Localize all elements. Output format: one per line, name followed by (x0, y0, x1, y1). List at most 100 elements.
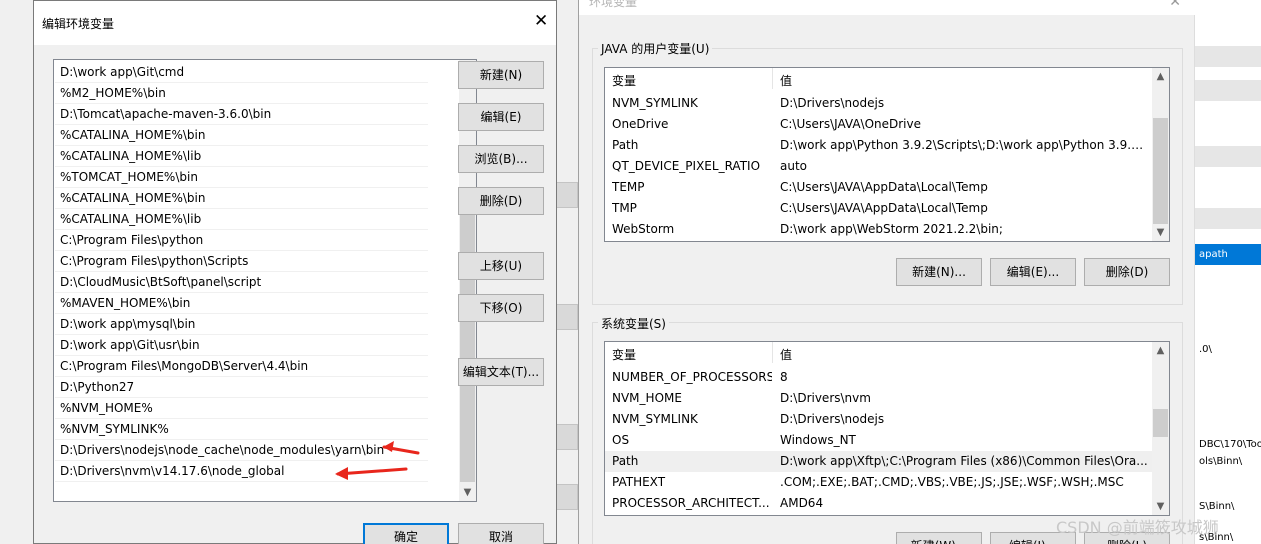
column-divider (772, 68, 773, 89)
list-item[interactable]: D:\Python27 (55, 377, 428, 398)
list-item[interactable]: %MAVEN_HOME%\bin (55, 293, 428, 314)
list-item[interactable]: %NVM_HOME% (55, 398, 428, 419)
variable-name: PATHEXT (612, 475, 666, 489)
table-row[interactable]: NUMBER_OF_PROCESSORS 8 (605, 367, 1153, 388)
list-item[interactable]: D:\Tomcat\apache-maven-3.6.0\bin (55, 104, 428, 125)
scrollbar-thumb[interactable] (1153, 118, 1168, 224)
list-item[interactable]: D:\work app\mysql\bin (55, 314, 428, 335)
user-new-button[interactable]: 新建(N)... (896, 258, 982, 286)
variable-value: auto (780, 159, 808, 173)
column-header-variable[interactable]: 变量 (612, 72, 636, 89)
move-down-button[interactable]: 下移(O) (458, 294, 544, 322)
system-new-button[interactable]: 新建(W)... (896, 532, 982, 544)
delete-button[interactable]: 删除(D) (458, 187, 544, 215)
watermark: CSDN @前端筱攻城狮 (1056, 518, 1219, 537)
column-header-variable[interactable]: 变量 (612, 346, 636, 363)
variable-name: QT_DEVICE_PIXEL_RATIO (612, 159, 761, 173)
list-item[interactable]: D:\CloudMusic\BtSoft\panel\script (55, 272, 428, 293)
list-item[interactable]: %CATALINA_HOME%\bin (55, 125, 428, 146)
table-header: 变量 值 (605, 342, 1169, 364)
variable-value: C:\Users\JAVA\OneDrive (780, 117, 921, 131)
table-row[interactable]: OneDrive C:\Users\JAVA\OneDrive (605, 114, 1153, 135)
scrollbar-thumb[interactable] (460, 194, 475, 482)
list-item[interactable]: D:\Drivers\nodejs\node_cache\node_module… (55, 440, 428, 461)
column-header-value[interactable]: 值 (780, 72, 792, 89)
table-row[interactable]: TMP C:\Users\JAVA\AppData\Local\Temp (605, 198, 1153, 219)
scroll-down-icon[interactable]: ▼ (1152, 498, 1169, 515)
list-item[interactable]: %TOMCAT_HOME%\bin (55, 167, 428, 188)
scroll-down-icon[interactable]: ▼ (459, 484, 476, 501)
list-item[interactable]: %CATALINA_HOME%\lib (55, 146, 428, 167)
list-item[interactable]: D:\work app\Git\usr\bin (55, 335, 428, 356)
table-row[interactable]: NVM_SYMLINK D:\Drivers\nodejs (605, 409, 1153, 430)
edit-text-button[interactable]: 编辑文本(T)... (458, 358, 544, 386)
background-window: apath .0\ DBC\170\Too. ols\Binn\ S\Binn\… (1194, 0, 1261, 544)
user-delete-button[interactable]: 删除(D) (1084, 258, 1170, 286)
variable-name: TEMP (612, 180, 645, 194)
variable-value: 8 (780, 370, 788, 384)
table-row[interactable]: OS Windows_NT (605, 430, 1153, 451)
variable-value: C:\Users\JAVA\AppData\Local\Temp (780, 180, 988, 194)
browse-button[interactable]: 浏览(B)... (458, 145, 544, 173)
list-item[interactable]: %CATALINA_HOME%\lib (55, 209, 428, 230)
list-item[interactable]: %NVM_SYMLINK% (55, 419, 428, 440)
background-block (556, 484, 578, 510)
table-row[interactable]: NVM_SYMLINK D:\Drivers\nodejs (605, 93, 1153, 114)
variable-value: C:\Users\JAVA\AppData\Local\Temp (780, 201, 988, 215)
variable-value: AMD64 (780, 496, 824, 510)
scroll-up-icon[interactable]: ▲ (1152, 342, 1169, 359)
vertical-scrollbar[interactable]: ▲ ▼ (1152, 342, 1169, 515)
variable-value: Windows_NT (780, 433, 856, 447)
background-block (556, 304, 578, 330)
cancel-button[interactable]: 取消 (458, 523, 544, 544)
background-row: .0\ (1199, 344, 1212, 355)
background-row-selected: apath (1195, 244, 1261, 265)
close-icon[interactable]: ✕ (1169, 0, 1181, 10)
ok-button[interactable]: 确定 (363, 523, 449, 544)
table-row[interactable]: Path D:\work app\Python 3.9.2\Scripts\;D:… (605, 135, 1153, 156)
variable-value: D:\work app\WebStorm 2021.2.2\bin; (780, 222, 1003, 236)
vertical-scrollbar[interactable]: ▲ ▼ (1152, 68, 1169, 241)
variable-name: Path (612, 454, 639, 468)
dialog-title: 环境变量 (589, 0, 638, 9)
table-header: 变量 值 (605, 68, 1169, 90)
user-edit-button[interactable]: 编辑(E)... (990, 258, 1076, 286)
user-variables-table[interactable]: 变量 值 NVM_SYMLINK D:\Drivers\nodejs OneDri… (604, 67, 1170, 242)
background-window-edge (556, 0, 578, 544)
background-row (1195, 208, 1261, 229)
system-variables-table[interactable]: 变量 值 NUMBER_OF_PROCESSORS 8 NVM_HOME D:\Dr… (604, 341, 1170, 516)
table-row[interactable]: PATHEXT .COM;.EXE;.BAT;.CMD;.VBS;.VBE;.JS… (605, 472, 1153, 493)
column-header-value[interactable]: 值 (780, 346, 792, 363)
annotation-arrow-icon (382, 441, 420, 455)
close-icon[interactable]: ✕ (534, 11, 548, 31)
table-row-selected[interactable]: Path D:\work app\Xftp\;C:\Program Files (… (605, 451, 1153, 472)
list-item[interactable]: C:\Program Files\python\Scripts (55, 251, 428, 272)
variable-value: D:\Drivers\nvm (780, 391, 871, 405)
variable-name: OS (612, 433, 630, 447)
list-item[interactable]: D:\work app\Git\cmd (55, 62, 428, 83)
table-row[interactable]: WebStorm D:\work app\WebStorm 2021.2.2\bi… (605, 219, 1153, 240)
list-item[interactable]: C:\Program Files\python (55, 230, 428, 251)
background-block (556, 424, 578, 450)
background-row (1195, 146, 1261, 167)
new-button[interactable]: 新建(N) (458, 61, 544, 89)
variable-name: PROCESSOR_ARCHITECT... (612, 496, 770, 510)
edit-button[interactable]: 编辑(E) (458, 103, 544, 131)
list-item[interactable]: C:\Program Files\MongoDB\Server\4.4\bin (55, 356, 428, 377)
path-entries-list[interactable]: D:\work app\Git\cmd %M2_HOME%\bin D:\Tom… (53, 59, 477, 502)
move-up-button[interactable]: 上移(U) (458, 252, 544, 280)
table-row[interactable]: NVM_HOME D:\Drivers\nvm (605, 388, 1153, 409)
list-item[interactable]: %M2_HOME%\bin (55, 83, 428, 104)
scrollbar-thumb[interactable] (1153, 409, 1168, 437)
table-row[interactable]: QT_DEVICE_PIXEL_RATIO auto (605, 156, 1153, 177)
list-item[interactable]: %CATALINA_HOME%\bin (55, 188, 428, 209)
table-row[interactable]: TEMP C:\Users\JAVA\AppData\Local\Temp (605, 177, 1153, 198)
variable-value: D:\Drivers\nodejs (780, 412, 885, 426)
variable-name: TMP (612, 201, 637, 215)
scroll-down-icon[interactable]: ▼ (1152, 224, 1169, 241)
environment-variables-dialog: 环境变量 ✕ JAVA 的用户变量(U) 变量 值 NVM_SYMLINK D:\… (578, 0, 1195, 544)
scroll-up-icon[interactable]: ▲ (1152, 68, 1169, 85)
variable-name: NVM_SYMLINK (612, 96, 698, 110)
table-row[interactable]: PROCESSOR_ARCHITECT... AMD64 (605, 493, 1153, 514)
system-variables-label: 系统变量(S) (598, 315, 669, 332)
